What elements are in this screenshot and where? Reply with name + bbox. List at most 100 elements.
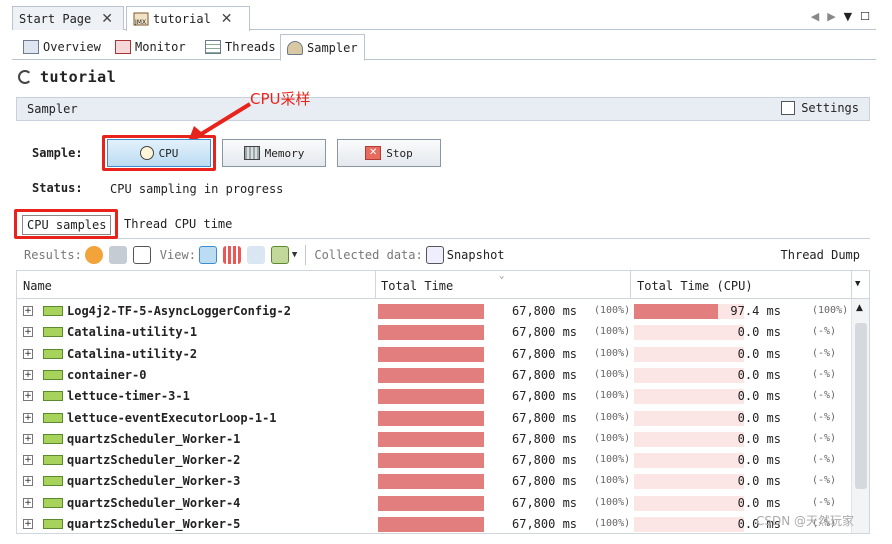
total-time-value: 67,800 ms — [512, 410, 578, 425]
cpu-time-value: 0.0 ms — [737, 431, 781, 446]
thread-dump-button[interactable]: Thread Dump — [781, 248, 860, 262]
columns-icon[interactable] — [270, 246, 289, 264]
table-row[interactable]: + lettuce-eventExecutorLoop-1-1 67,800 ms (… — [17, 408, 853, 429]
expand-icon[interactable]: + — [23, 306, 33, 316]
tab-start-page-label: Start Page — [19, 11, 92, 26]
total-time-percent: (100%) — [594, 326, 631, 338]
table-row[interactable]: + quartzScheduler_Worker-3 67,800 ms (100%)… — [17, 471, 853, 492]
memory-button-label: Memory — [264, 146, 305, 160]
scroll-up-icon[interactable]: ▲ — [856, 303, 863, 313]
cpu-button-label: CPU — [158, 146, 179, 160]
sampler-header-label: Sampler — [27, 102, 78, 116]
cpu-time-value: 0.0 ms — [737, 410, 781, 425]
cpu-time-percent: (100%) — [812, 305, 849, 316]
column-header-total-time[interactable]: Total Time — [381, 279, 453, 293]
expand-icon[interactable]: + — [23, 497, 33, 508]
column-divider[interactable] — [851, 271, 852, 299]
table-row[interactable]: + Catalina-utility-2 67,800 ms (100%) 0.0 ms… — [17, 344, 853, 365]
tab-thread-cpu-time[interactable]: Thread CPU time — [124, 217, 232, 231]
scrollbar-thumb[interactable] — [855, 323, 867, 489]
total-time-percent: (100%) — [594, 390, 631, 402]
cpu-time-value: 0.0 ms — [737, 389, 781, 404]
tab-threads-label: Threads — [225, 40, 276, 54]
tab-tutorial[interactable]: JMX tutorial ✕ — [126, 6, 250, 31]
thread-name: container-0 — [67, 367, 147, 382]
table-row[interactable]: + Log4j2-TF-5-AsyncLoggerConfig-2 67,800 m… — [17, 301, 853, 322]
column-divider[interactable] — [375, 271, 376, 299]
dropdown-icon[interactable]: ▼ — [844, 10, 852, 23]
total-time-bar — [378, 304, 484, 319]
scroll-left-icon[interactable]: ◀ — [811, 10, 819, 23]
expand-icon[interactable]: + — [23, 455, 33, 466]
table-row[interactable]: + quartzScheduler_Worker-5 67,800 ms (100%)… — [17, 514, 853, 533]
thread-icon — [43, 476, 63, 487]
table-row[interactable]: + quartzScheduler_Worker-1 67,800 ms (100%)… — [17, 429, 853, 450]
delta-icon[interactable] — [132, 246, 151, 264]
refresh-icon[interactable] — [108, 246, 127, 264]
expand-icon[interactable]: + — [23, 391, 33, 402]
tab-monitor[interactable]: Monitor — [108, 34, 193, 60]
tree-view-icon[interactable] — [198, 246, 217, 264]
settings-toggle[interactable]: Settings — [781, 101, 859, 115]
tab-cpu-samples[interactable]: CPU samples — [22, 215, 112, 235]
back-icon[interactable] — [246, 246, 265, 264]
total-time-value: 67,800 ms — [512, 474, 578, 489]
maximize-icon[interactable]: ☐ — [860, 10, 870, 23]
close-icon[interactable]: ✕ — [221, 11, 233, 27]
expand-icon[interactable]: + — [23, 519, 33, 529]
jmx-icon: JMX — [133, 11, 149, 27]
settings-checkbox[interactable] — [781, 101, 796, 115]
column-divider[interactable] — [630, 271, 631, 299]
table-row[interactable]: + quartzScheduler_Worker-2 67,800 ms (100%)… — [17, 450, 853, 471]
cpu-time-percent: (-%) — [812, 411, 837, 423]
cpu-button[interactable]: CPU — [107, 139, 211, 167]
vertical-scrollbar[interactable]: ▲ — [851, 299, 869, 533]
table-view-icon[interactable] — [222, 246, 241, 264]
column-chooser-icon[interactable]: ▼ — [855, 279, 860, 289]
expand-icon[interactable]: + — [23, 433, 33, 444]
expand-icon[interactable]: + — [23, 327, 33, 338]
sampler-icon — [287, 40, 303, 55]
snapshot-button[interactable]: Snapshot — [447, 248, 505, 262]
total-time-percent: (100%) — [594, 368, 631, 380]
thread-icon — [43, 391, 63, 402]
cpu-time-bar-track — [634, 495, 744, 511]
tab-threads[interactable]: Threads — [198, 34, 283, 60]
total-time-bar — [378, 453, 484, 469]
document-tab-strip: Start Page ✕ JMX tutorial ✕ ◀ ▶ ▼ ☐ — [12, 6, 876, 31]
expand-icon[interactable]: + — [23, 348, 33, 359]
expand-icon[interactable]: + — [23, 412, 33, 423]
thread-name: quartzScheduler_Worker-4 — [67, 495, 241, 510]
tab-start-page[interactable]: Start Page ✕ — [12, 6, 124, 30]
chevron-down-icon[interactable]: ▼ — [292, 250, 297, 260]
sort-indicator-icon: ⌄ — [499, 271, 505, 281]
tab-overview[interactable]: Overview — [16, 34, 108, 60]
cpu-time-value: 0.0 ms — [737, 495, 781, 510]
column-header-name[interactable]: Name — [23, 279, 52, 293]
toolbar-separator — [305, 245, 307, 265]
total-time-bar — [378, 367, 484, 383]
thread-icon — [43, 519, 63, 529]
scroll-right-icon[interactable]: ▶ — [827, 10, 835, 23]
pause-icon[interactable] — [84, 246, 103, 264]
table-row[interactable]: + container-0 67,800 ms (100%) 0.0 ms (-%) — [17, 365, 853, 386]
cpu-time-percent: (-%) — [812, 326, 837, 338]
thread-name: Catalina-utility-2 — [67, 346, 198, 361]
table-row[interactable]: + Catalina-utility-1 67,800 ms (100%) 0.0 ms… — [17, 322, 853, 343]
stop-button[interactable]: ✕ Stop — [337, 139, 441, 167]
cpu-time-percent: (-%) — [812, 368, 837, 380]
column-header-total-time-cpu[interactable]: Total Time (CPU) — [637, 279, 753, 293]
total-time-value: 67,800 ms — [512, 346, 578, 361]
tab-sampler[interactable]: Sampler — [280, 34, 365, 61]
expand-icon[interactable]: + — [23, 476, 33, 487]
cpu-time-bar-track — [634, 453, 744, 469]
table-row[interactable]: + quartzScheduler_Worker-4 67,800 ms (100%)… — [17, 493, 853, 514]
cpu-time-bar-track — [634, 389, 744, 405]
memory-button[interactable]: Memory — [222, 139, 326, 167]
table-row[interactable]: + lettuce-timer-3-1 67,800 ms (100%) 0.0 ms (… — [17, 386, 853, 407]
table-header: Name Total Time ⌄ Total Time (CPU) ▼ — [17, 271, 869, 299]
cpu-time-value: 0.0 ms — [737, 367, 781, 382]
expand-icon[interactable]: + — [23, 369, 33, 380]
close-icon[interactable]: ✕ — [101, 11, 113, 27]
tab-sampler-label: Sampler — [307, 40, 358, 55]
